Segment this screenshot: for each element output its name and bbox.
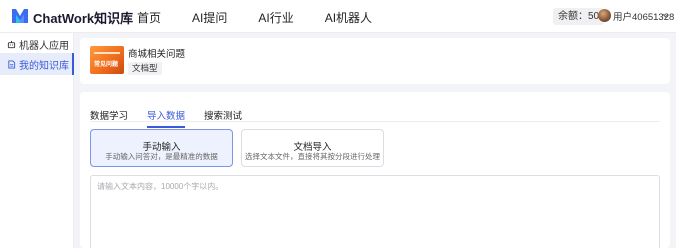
kb-thumbnail: 常见问题 xyxy=(90,46,124,74)
avatar[interactable] xyxy=(598,9,611,22)
nav-ai-robot[interactable]: AI机器人 xyxy=(325,9,372,26)
kb-title: 商城相关问题 xyxy=(128,49,186,60)
nav-ai-industry[interactable]: AI行业 xyxy=(258,9,293,26)
chatwork-logo-icon[interactable] xyxy=(10,6,30,26)
brand-name[interactable]: ChatWork知识库 xyxy=(33,8,133,27)
kb-type-badge: 文档型 xyxy=(128,62,162,75)
option-desc: 选择文本文件，直接将其按分段进行处理 xyxy=(245,152,380,161)
sidebar-item-my-kb[interactable]: 我的知识库 xyxy=(0,53,74,75)
chevron-down-icon[interactable] xyxy=(661,11,670,20)
tab-divider xyxy=(90,121,660,122)
tab-data-learning[interactable]: 数据学习 xyxy=(90,108,128,122)
sidebar-item-label: 我的知识库 xyxy=(19,60,69,72)
option-manual-input[interactable]: 手动输入 手动输入问答对，是最精准的数据 xyxy=(90,129,233,167)
kb-info-card: 常见问题 商城相关问题 文档型 xyxy=(80,38,670,84)
import-panel: 数据学习 导入数据 搜索测试 手动输入 手动输入问答对，是最精准的数据 文档导入… xyxy=(80,92,670,248)
nav-home[interactable]: 首页 xyxy=(137,9,161,26)
option-desc: 手动输入问答对，是最精准的数据 xyxy=(105,152,218,161)
content-textarea[interactable] xyxy=(90,175,660,248)
tab-import-data[interactable]: 导入数据 xyxy=(147,108,186,128)
tab-search-test[interactable]: 搜索测试 xyxy=(204,108,242,122)
tab-bar: 数据学习 导入数据 搜索测试 xyxy=(90,108,261,128)
top-header: ChatWork知识库 首页 AI提问 AI行业 AI机器人 余额：50 用户4… xyxy=(0,0,676,33)
robot-icon xyxy=(7,40,16,48)
sidebar-item-label: 机器人应用 xyxy=(19,40,69,52)
main-nav: 首页 AI提问 AI行业 AI机器人 xyxy=(137,9,403,26)
thumb-stripe xyxy=(94,52,120,54)
balance-badge: 余额：50 xyxy=(553,8,605,25)
nav-ai-ask[interactable]: AI提问 xyxy=(192,9,227,26)
sidebar-item-robot-apps[interactable]: 机器人应用 xyxy=(0,33,74,55)
option-file-import[interactable]: 文档导入 选择文本文件，直接将其按分段进行处理 xyxy=(241,129,384,167)
thumb-text: 常见问题 xyxy=(94,62,119,68)
document-icon xyxy=(8,59,16,69)
sidebar: 机器人应用 我的知识库 xyxy=(0,33,74,248)
